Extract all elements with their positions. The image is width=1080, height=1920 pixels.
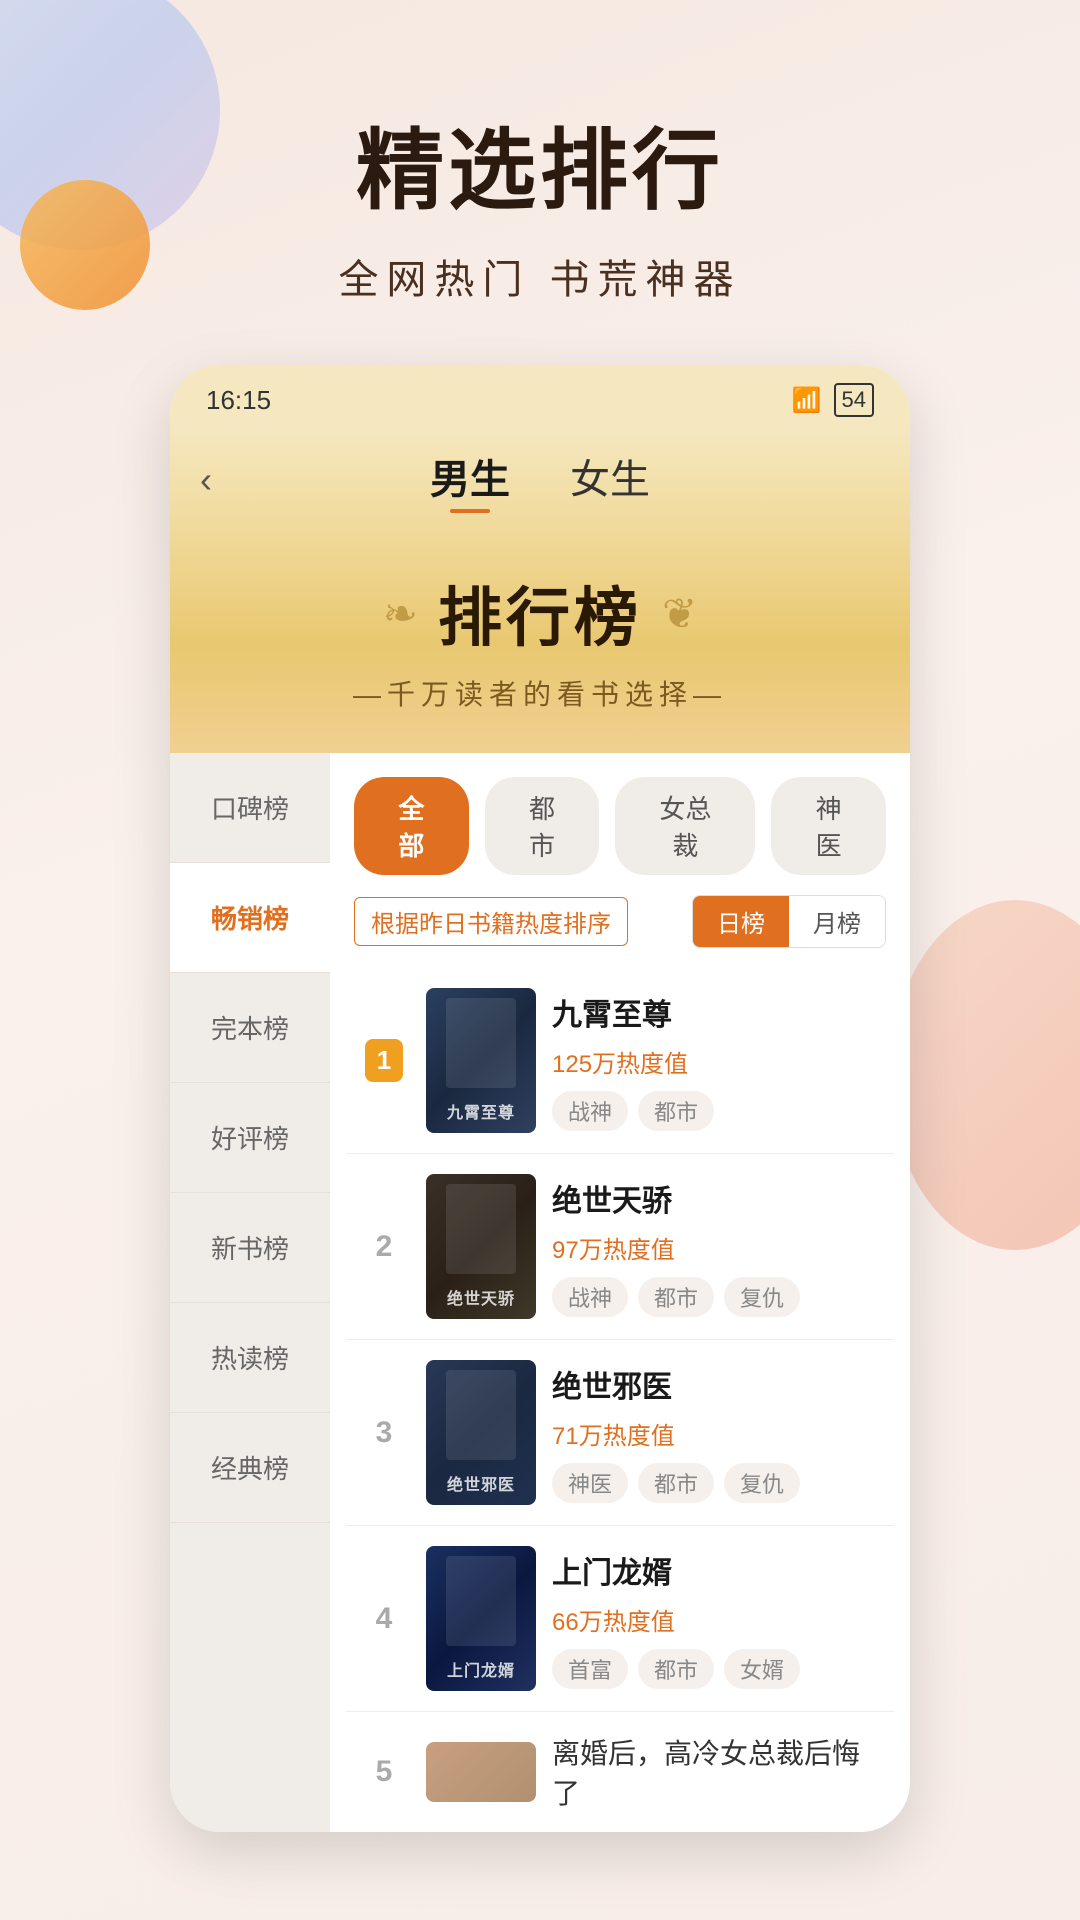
book-cover-1: 九霄至尊 bbox=[426, 988, 536, 1133]
laurel-right: ❦ bbox=[662, 589, 697, 638]
book-tags-1: 战神 都市 bbox=[552, 1091, 882, 1131]
book-tag: 神医 bbox=[552, 1463, 628, 1503]
ranking-title: 排行榜 bbox=[438, 567, 642, 659]
book-tag: 首富 bbox=[552, 1649, 628, 1689]
book-tag: 战神 bbox=[552, 1091, 628, 1131]
ranking-subtitle: —千万读者的看书选择— bbox=[190, 673, 890, 713]
wifi-icon: 📶 bbox=[792, 386, 822, 415]
ranking-title-row: ❧ 排行榜 ❦ bbox=[190, 567, 890, 659]
hero-title: 精选排行 bbox=[0, 100, 1080, 227]
book-title-5: 离婚后，高冷女总裁后悔了 bbox=[552, 1732, 882, 1812]
book-tag: 都市 bbox=[638, 1277, 714, 1317]
filter-nvzongcai[interactable]: 女总裁 bbox=[615, 777, 755, 875]
book-tag: 都市 bbox=[638, 1649, 714, 1689]
bg-decoration-peach bbox=[890, 900, 1080, 1250]
battery-indicator: 54 bbox=[834, 383, 874, 417]
table-row[interactable]: 1 九霄至尊 九霄至尊 125万热度值 战神 都市 bbox=[346, 968, 894, 1154]
rank-badge-2: 2 bbox=[358, 1230, 410, 1264]
sidebar-item-redu bang[interactable]: 热读榜 bbox=[170, 1303, 330, 1413]
status-icons: 📶 54 bbox=[792, 383, 874, 417]
sidebar-item-xinshubang[interactable]: 新书榜 bbox=[170, 1193, 330, 1303]
book-title-4: 上门龙婿 bbox=[552, 1548, 882, 1592]
sort-info: 根据昨日书籍热度排序 日榜 月榜 bbox=[330, 895, 910, 968]
hero-section: 精选排行 全网热门 书荒神器 bbox=[0, 0, 1080, 365]
filter-all[interactable]: 全部 bbox=[354, 777, 469, 875]
book-tag: 都市 bbox=[638, 1091, 714, 1131]
book-tags-3: 神医 都市 复仇 bbox=[552, 1463, 882, 1503]
book-info-3: 绝世邪医 71万热度值 神医 都市 复仇 bbox=[552, 1362, 882, 1503]
table-row[interactable]: 4 上门龙婿 上门龙婿 66万热度值 首富 都市 女婿 bbox=[346, 1526, 894, 1712]
book-tags-4: 首富 都市 女婿 bbox=[552, 1649, 882, 1689]
rank-number-3: 3 bbox=[376, 1416, 393, 1449]
sidebar-item-jingdianbang[interactable]: 经典榜 bbox=[170, 1413, 330, 1523]
book-title-1: 九霄至尊 bbox=[552, 990, 882, 1034]
book-info-1: 九霄至尊 125万热度值 战神 都市 bbox=[552, 990, 882, 1131]
main-content: 口碑榜 畅销榜 完本榜 好评榜 新书榜 热读榜 经典榜 全部 都市 女总裁 神医… bbox=[170, 753, 910, 1832]
book-info-4: 上门龙婿 66万热度值 首富 都市 女婿 bbox=[552, 1548, 882, 1689]
tab-male[interactable]: 男生 bbox=[430, 447, 510, 513]
sidebar-item-changsiaobang[interactable]: 畅销榜 bbox=[170, 863, 330, 973]
book-tag: 复仇 bbox=[724, 1463, 800, 1503]
book-cover-5 bbox=[426, 1742, 536, 1802]
phone-mockup: 16:15 📶 54 ‹ 男生 女生 ❧ 排行榜 ❦ —千万读者的看书选择— 口… bbox=[170, 365, 910, 1832]
book-tag: 战神 bbox=[552, 1277, 628, 1317]
book-tags-2: 战神 都市 复仇 bbox=[552, 1277, 882, 1317]
book-heat-1: 125万热度值 bbox=[552, 1044, 882, 1079]
book-cover-3: 绝世邪医 bbox=[426, 1360, 536, 1505]
book-tag: 复仇 bbox=[724, 1277, 800, 1317]
book-info-2: 绝世天骄 97万热度值 战神 都市 复仇 bbox=[552, 1176, 882, 1317]
period-daily[interactable]: 日榜 bbox=[693, 896, 789, 947]
book-list: 1 九霄至尊 九霄至尊 125万热度值 战神 都市 bbox=[330, 968, 910, 1832]
content-area: 全部 都市 女总裁 神医 根据昨日书籍热度排序 日榜 月榜 1 bbox=[330, 753, 910, 1832]
tab-female[interactable]: 女生 bbox=[570, 447, 650, 513]
rank-number-1: 1 bbox=[365, 1039, 403, 1082]
filter-shenyi[interactable]: 神医 bbox=[771, 777, 886, 875]
rank-badge-4: 4 bbox=[358, 1602, 410, 1636]
time-display: 16:15 bbox=[206, 385, 271, 416]
sort-text: 根据昨日书籍热度排序 bbox=[354, 897, 628, 946]
book-heat-3: 71万热度值 bbox=[552, 1416, 882, 1451]
book-cover-4: 上门龙婿 bbox=[426, 1546, 536, 1691]
period-monthly[interactable]: 月榜 bbox=[789, 896, 885, 947]
rank-number-4: 4 bbox=[376, 1602, 393, 1635]
table-row[interactable]: 3 绝世邪医 绝世邪医 71万热度值 神医 都市 复仇 bbox=[346, 1340, 894, 1526]
book-title-2: 绝世天骄 bbox=[552, 1176, 882, 1220]
book-tag: 女婿 bbox=[724, 1649, 800, 1689]
rank-badge-3: 3 bbox=[358, 1416, 410, 1450]
hero-subtitle: 全网热门 书荒神器 bbox=[0, 247, 1080, 305]
table-row[interactable]: 5 离婚后，高冷女总裁后悔了 bbox=[346, 1712, 894, 1832]
laurel-left: ❧ bbox=[383, 589, 418, 638]
sidebar-item-haopingbang[interactable]: 好评榜 bbox=[170, 1083, 330, 1193]
filter-tabs: 全部 都市 女总裁 神医 bbox=[330, 753, 910, 895]
back-button[interactable]: ‹ bbox=[200, 459, 212, 501]
book-heat-2: 97万热度值 bbox=[552, 1230, 882, 1265]
rank-number-2: 2 bbox=[376, 1230, 393, 1263]
table-row[interactable]: 2 绝世天骄 绝世天骄 97万热度值 战神 都市 复仇 bbox=[346, 1154, 894, 1340]
book-tag: 都市 bbox=[638, 1463, 714, 1503]
sidebar: 口碑榜 畅销榜 完本榜 好评榜 新书榜 热读榜 经典榜 bbox=[170, 753, 330, 1832]
book-heat-4: 66万热度值 bbox=[552, 1602, 882, 1637]
book-cover-2: 绝世天骄 bbox=[426, 1174, 536, 1319]
book-title-3: 绝世邪医 bbox=[552, 1362, 882, 1406]
nav-tabs: 男生 女生 bbox=[430, 447, 650, 513]
rank-badge-1: 1 bbox=[358, 1039, 410, 1082]
filter-dushi[interactable]: 都市 bbox=[485, 777, 600, 875]
top-nav: ‹ 男生 女生 bbox=[170, 427, 910, 537]
sidebar-item-wanbenbang[interactable]: 完本榜 bbox=[170, 973, 330, 1083]
ranking-banner: ❧ 排行榜 ❦ —千万读者的看书选择— bbox=[170, 537, 910, 753]
status-bar: 16:15 📶 54 bbox=[170, 365, 910, 427]
rank-number-5: 5 bbox=[358, 1755, 410, 1789]
sidebar-item-koubeibang[interactable]: 口碑榜 bbox=[170, 753, 330, 863]
period-tabs: 日榜 月榜 bbox=[692, 895, 886, 948]
